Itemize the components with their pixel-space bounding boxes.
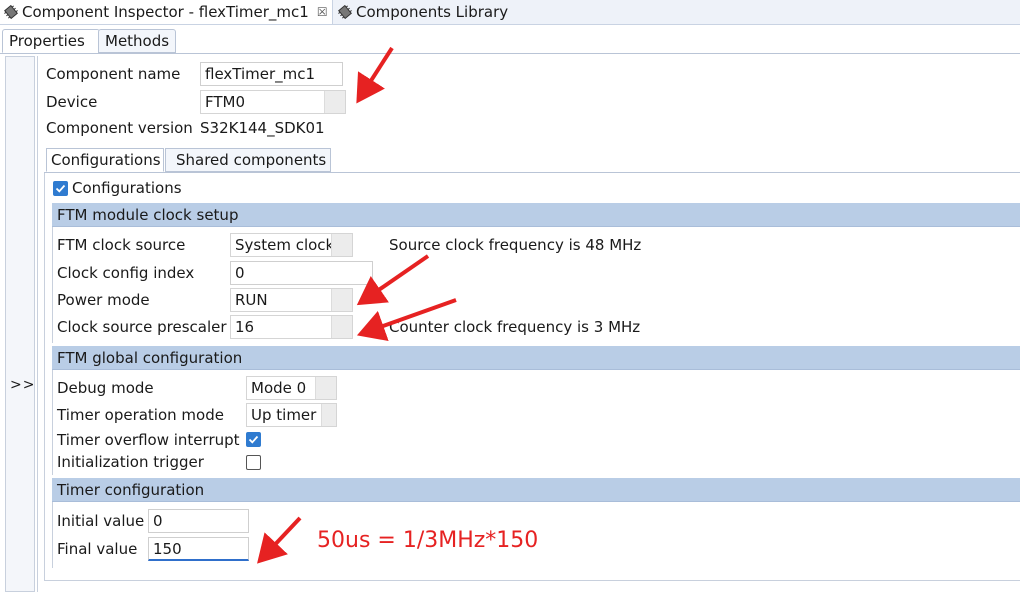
overflow-interrupt-checkbox[interactable] (246, 432, 261, 447)
prescaler-label: Clock source prescaler (57, 318, 227, 336)
component-version-label: Component version (46, 119, 193, 137)
device-value: FTM0 (205, 93, 246, 111)
dropdown-button[interactable] (331, 234, 352, 256)
collapse-strip[interactable]: >> (5, 56, 35, 592)
clock-config-index-input[interactable]: 0 (230, 261, 373, 285)
check-icon (55, 184, 66, 193)
component-name-label: Component name (46, 65, 181, 83)
timer-operation-value: Up timer (251, 406, 317, 424)
global-config-header-label: FTM global configuration (57, 348, 243, 367)
configurations-checkbox[interactable] (53, 181, 68, 196)
final-value-input[interactable]: 150 (148, 537, 249, 561)
tab-component-inspector[interactable]: Component Inspector - flexTimer_mc1 ☒ (0, 0, 333, 24)
timer-operation-label: Timer operation mode (57, 406, 224, 424)
configurations-checkbox-label: Configurations (72, 179, 182, 197)
component-name-input[interactable]: flexTimer_mc1 (200, 62, 343, 86)
tab-component-inspector-label: Component Inspector - flexTimer_mc1 (22, 3, 309, 21)
component-icon (4, 5, 18, 19)
source-clock-info: Source clock frequency is 48 MHz (389, 236, 642, 254)
initialization-trigger-checkbox[interactable] (246, 455, 261, 470)
tab-shared-components[interactable]: Shared components (165, 148, 331, 172)
debug-mode-select[interactable]: Mode 0 (246, 376, 337, 400)
prescaler-value: 16 (235, 318, 255, 336)
overflow-interrupt-label: Timer overflow interrupt (57, 431, 240, 449)
timer-config-header-label: Timer configuration (57, 480, 205, 499)
dropdown-button[interactable] (331, 316, 352, 338)
configuration-tabs: Configurations Shared components (44, 148, 1020, 173)
properties-methods-tabs: Properties Methods (0, 25, 1020, 54)
debug-mode-label: Debug mode (57, 379, 154, 397)
annotation-note: 50us = 1/3MHz*150 (317, 528, 539, 553)
dropdown-button[interactable] (331, 289, 352, 311)
initial-value-input[interactable]: 0 (148, 509, 249, 533)
dropdown-button[interactable] (321, 404, 336, 426)
final-value-label: Final value (57, 540, 138, 558)
check-icon (248, 435, 259, 444)
clock-config-index-label: Clock config index (57, 264, 195, 282)
device-select[interactable]: FTM0 (200, 90, 346, 114)
close-icon[interactable]: ☒ (317, 5, 328, 19)
tab-components-library-label: Components Library (356, 3, 509, 21)
timer-operation-select[interactable]: Up timer (246, 403, 337, 427)
view-tab-bar: Component Inspector - flexTimer_mc1 ☒ Co… (0, 0, 1020, 25)
clock-setup-header-label: FTM module clock setup (57, 205, 239, 224)
initialization-trigger-label: Initialization trigger (57, 453, 204, 471)
expand-button[interactable]: >> (10, 377, 35, 393)
dropdown-button[interactable] (324, 91, 345, 113)
clock-source-select[interactable]: System clock (230, 233, 353, 257)
global-config-header[interactable]: FTM global configuration (52, 346, 1020, 370)
clock-source-value: System clock (235, 236, 335, 254)
power-mode-value: RUN (235, 291, 268, 309)
timer-config-header[interactable]: Timer configuration (52, 478, 1020, 502)
tab-properties[interactable]: Properties (2, 29, 100, 53)
component-icon (338, 5, 352, 19)
initial-value-label: Initial value (57, 512, 145, 530)
device-label: Device (46, 93, 98, 111)
counter-clock-info: Counter clock frequency is 3 MHz (389, 318, 641, 336)
tab-configurations[interactable]: Configurations (46, 148, 164, 172)
power-mode-label: Power mode (57, 291, 150, 309)
dropdown-button[interactable] (315, 377, 336, 399)
tab-methods[interactable]: Methods (98, 29, 176, 53)
component-version-value: S32K144_SDK01 (200, 119, 325, 137)
clock-setup-header[interactable]: FTM module clock setup (52, 203, 1020, 227)
tab-components-library[interactable]: Components Library (336, 0, 508, 24)
power-mode-select[interactable]: RUN (230, 288, 353, 312)
prescaler-select[interactable]: 16 (230, 315, 353, 339)
debug-mode-value: Mode 0 (251, 379, 307, 397)
clock-source-label: FTM clock source (57, 236, 186, 254)
